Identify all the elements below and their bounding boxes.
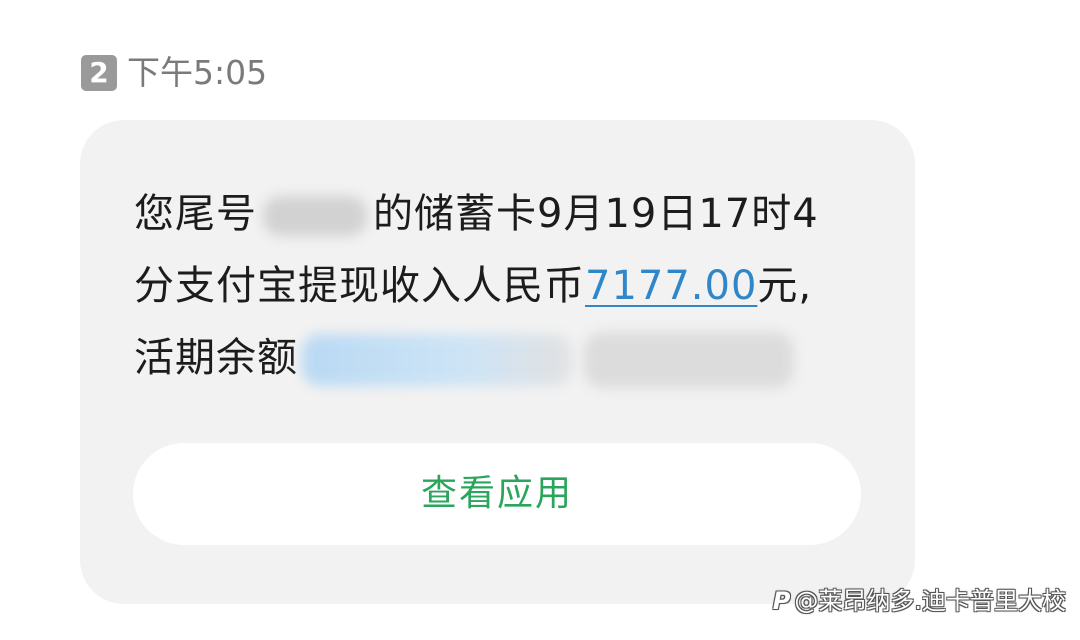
watermark: P @莱昂纳多.迪卡普里大校 bbox=[773, 586, 1066, 616]
amount-link[interactable]: 7177.00 bbox=[585, 263, 757, 309]
message-text[interactable]: 您尾号 的储蓄卡9月19日17时4 分支付宝提现收入人民币7177.00元, 活期… bbox=[134, 178, 854, 394]
sim-slot-badge: 2 bbox=[81, 55, 117, 91]
message-text-segment: 的储蓄卡9月19日17时4 bbox=[373, 191, 819, 237]
watermark-logo-icon: P bbox=[772, 587, 791, 615]
message-time: 下午5:05 bbox=[127, 53, 268, 92]
message-text-segment: 分支付宝提现收入人民币 bbox=[134, 263, 585, 309]
message-text-segment: 您尾号 bbox=[134, 191, 257, 237]
redacted-card-number bbox=[263, 196, 367, 236]
redacted-balance bbox=[302, 334, 572, 386]
watermark-text: @莱昂纳多.迪卡普里大校 bbox=[794, 587, 1066, 615]
message-line-2: 分支付宝提现收入人民币7177.00元, bbox=[134, 250, 854, 322]
redacted-text bbox=[584, 332, 794, 388]
message-line-3: 活期余额 bbox=[134, 322, 854, 394]
view-app-button[interactable]: 查看应用 bbox=[133, 443, 861, 545]
message-text-segment: 活期余额 bbox=[134, 335, 298, 381]
message-line-1: 您尾号 的储蓄卡9月19日17时4 bbox=[134, 178, 854, 250]
message-text-segment: 元, bbox=[757, 263, 813, 309]
